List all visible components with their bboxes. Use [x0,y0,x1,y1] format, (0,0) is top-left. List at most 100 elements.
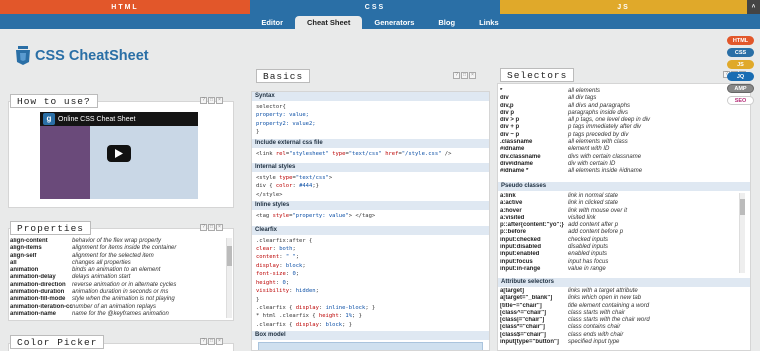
nav-links[interactable]: Links [467,16,511,29]
list-item[interactable]: animation-direction reverse animation or … [10,282,224,289]
list-item[interactable]: div all div tags [500,95,740,102]
list-item[interactable]: [class^="chair"] class starts with chair [500,310,740,317]
html-tab[interactable]: HTML [0,0,250,14]
help-icon[interactable]: ? [200,224,207,231]
list-item[interactable]: align-items alignment for items inside th… [10,245,224,252]
maximize-icon[interactable]: □ [208,338,215,345]
code-block[interactable]: <tag style="property: value"> </tag> [252,210,489,222]
section-header: Clearfix [252,225,489,235]
list-item[interactable]: input:enabled enabled inputs [500,251,740,258]
list-item[interactable]: a[target] links with a target attribute [500,288,740,295]
js-tab[interactable]: JS [500,0,747,14]
side-tab-html[interactable]: HTML [727,36,754,45]
help-icon[interactable]: ? [200,338,207,345]
play-button[interactable] [107,145,131,162]
side-tab-css[interactable]: CSS [727,48,754,57]
nav-blog[interactable]: Blog [426,16,467,29]
list-item[interactable]: animation-fill-mode style when the animat… [10,296,224,303]
maximize-icon[interactable]: □ [208,97,215,104]
section-header: Box model [252,331,489,341]
list-item[interactable]: div + pp tags immediately after div [500,124,740,131]
side-tab-js[interactable]: JS [727,60,754,69]
list-item[interactable]: [title~="chair"] title element containing… [500,303,740,310]
nav-generators[interactable]: Generators [362,16,426,29]
list-item[interactable]: #idname * all elements inside #idname [500,168,740,175]
list-item[interactable]: align-self alignment for the selected ite… [10,253,224,260]
list-item[interactable]: div p paragraphs inside divs [500,110,740,117]
video-title: Online CSS Cheat Sheet [58,115,136,123]
list-item[interactable]: a:active link in clicked state [500,200,740,207]
list-item[interactable]: a:visited visited link [500,215,740,222]
color-picker-title: Color Picker [10,335,105,349]
list-item[interactable]: .classname all elements with class [500,139,740,146]
list-item[interactable]: div.classname divs with certain classname [500,154,740,161]
list-item[interactable]: input:checked checked inputs [500,237,740,244]
code-block[interactable]: .clearfix:after { clear: both; content: … [252,235,489,331]
list-item[interactable]: a:link link in normal state [500,193,740,200]
main-nav: Editor Cheat Sheet Generators Blog Links [0,14,760,29]
list-item[interactable]: div ~ pp tags preceded by div [500,132,740,139]
list-item[interactable]: p::before add content before p [500,229,740,236]
nav-cheat-sheet[interactable]: Cheat Sheet [295,16,363,29]
section-header: Pseudo classes [498,182,750,191]
list-item[interactable]: animation binds an animation to an elemen… [10,267,224,274]
side-tab-seo[interactable]: SEO [727,96,754,105]
selectors-list: * all elements div all div tags div,p all d… [500,88,740,176]
selectors-panel: * all elements div all div tags div,p all d… [497,83,751,351]
list-item[interactable]: a:hover link with mouse over it [500,208,740,215]
page-title: CSS CheatSheet [35,48,149,64]
side-tab-amp[interactable]: AMP [727,84,754,93]
video-thumbnail-left [40,126,90,199]
panel-controls: ?□× [200,338,223,345]
code-block[interactable]: <style type="text/css"> div { color: #44… [252,172,489,201]
pseudo-scrollbar[interactable] [739,193,745,273]
list-item[interactable]: * all elements [500,88,740,95]
basics-panel: Syntax selector{ property: value; proper… [251,91,490,351]
side-tab-jq[interactable]: JQ [727,72,754,81]
video-thumbnail-right [90,126,198,199]
list-item[interactable]: a[target="_blank"] links which open in ne… [500,295,740,302]
close-icon[interactable]: × [216,97,223,104]
properties-list: align-content behavior of the flex wrap p… [10,238,224,318]
list-item[interactable]: animation-duration animation duration in … [10,289,224,296]
how-to-title: How to use? [10,94,98,108]
code-block[interactable]: <link rel="stylesheet" type="text/css" h… [252,148,489,160]
close-icon[interactable]: × [469,72,476,79]
list-item[interactable]: animation-name name for the @keyframes an… [10,311,224,318]
properties-title: Properties [10,221,92,235]
list-item[interactable]: [class*="chair"] class contains chair [500,324,740,331]
channel-icon: g [43,113,55,125]
language-tabs: HTML CSS JS ˄ [0,0,760,14]
basics-title: Basics [256,69,311,83]
help-icon[interactable]: ? [453,72,460,79]
list-item[interactable]: input:in-range value in range [500,266,740,273]
collapse-toggle[interactable]: ˄ [747,0,760,14]
list-item[interactable]: input:focus input has focus [500,259,740,266]
list-item[interactable]: [class$="chair"] class ends with chair [500,332,740,339]
maximize-icon[interactable]: □ [208,224,215,231]
list-item[interactable]: input[type="button"] specified input type [500,339,740,346]
list-item[interactable]: input:disabled disabled inputs [500,244,740,251]
nav-editor[interactable]: Editor [249,16,295,29]
properties-scrollbar[interactable] [226,238,232,318]
play-icon [115,149,123,158]
list-item[interactable]: animation-iteration-countnumber of an an… [10,304,224,311]
list-item[interactable]: [class|="chair"] class starts with the ch… [500,317,740,324]
list-item[interactable]: #idname element with ID [500,146,740,153]
close-icon[interactable]: × [216,224,223,231]
attribute-list: a[target] links with a target attribute a… [500,288,740,346]
help-icon[interactable]: ? [200,97,207,104]
list-item[interactable]: div#idname div with certain ID [500,161,740,168]
video-player[interactable]: g Online CSS Cheat Sheet [40,112,198,199]
code-block[interactable]: selector{ property: value; property2: va… [252,101,489,139]
list-item[interactable]: p::after{content:"yo";} add content after… [500,222,740,229]
section-header: Attribute selectors [498,278,750,287]
list-item[interactable]: align-content behavior of the flex wrap p… [10,238,224,245]
list-item[interactable]: div,p all divs and paragraphs [500,103,740,110]
list-item[interactable]: div > p all p tags, one level deep in div [500,117,740,124]
maximize-icon[interactable]: □ [461,72,468,79]
css-tab[interactable]: CSS [250,0,500,14]
close-icon[interactable]: × [216,338,223,345]
list-item[interactable]: animation-delay delays animation start [10,274,224,281]
list-item[interactable]: all changes all properties [10,260,224,267]
